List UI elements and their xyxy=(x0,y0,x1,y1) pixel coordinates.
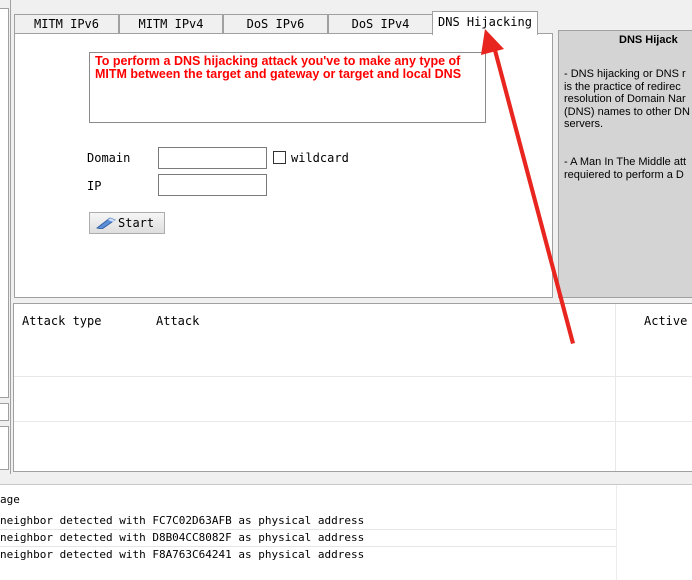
tab-label: MITM IPv4 xyxy=(138,17,204,31)
info-panel: DNS Hijack - DNS hijacking or DNS r is t… xyxy=(558,30,692,298)
domain-label: Domain xyxy=(87,151,131,165)
warning-textbox[interactable]: To perform a DNS hijacking attack you've… xyxy=(89,52,486,123)
log-entry: neighbor detected with F8A763C64241 as p… xyxy=(0,548,365,561)
wildcard-checkbox[interactable] xyxy=(273,151,286,164)
left-panel-edge xyxy=(0,0,11,474)
column-divider xyxy=(616,485,617,580)
row-divider xyxy=(14,376,692,377)
log-header: age xyxy=(0,493,20,506)
tab-label: DNS Hijacking xyxy=(438,15,532,29)
start-button[interactable]: Start xyxy=(89,212,165,234)
column-header-attack[interactable]: Attack xyxy=(156,314,199,328)
column-divider xyxy=(615,304,616,471)
tab-dns-hijacking[interactable]: DNS Hijacking xyxy=(432,11,538,35)
log-entry: neighbor detected with FC7C02D63AFB as p… xyxy=(0,514,365,527)
info-line: is the practice of redirec xyxy=(564,80,681,93)
tab-dos-ipv6[interactable]: DoS IPv6 xyxy=(223,14,328,34)
warning-text: To perform a DNS hijacking attack you've… xyxy=(95,54,462,81)
column-header-attack-type[interactable]: Attack type xyxy=(22,314,101,328)
info-line: - DNS hijacking or DNS r xyxy=(564,68,686,80)
tab-dos-ipv4[interactable]: DoS IPv4 xyxy=(328,14,433,34)
attacks-table[interactable]: Attack type Attack Active xyxy=(13,303,692,472)
info-line: - A Man In The Middle att xyxy=(564,156,687,168)
left-button-edge[interactable] xyxy=(0,426,9,470)
left-field-edge[interactable] xyxy=(0,403,9,421)
info-paragraph-1: - DNS hijacking or DNS r is the practice… xyxy=(564,68,692,131)
left-list-edge[interactable] xyxy=(0,8,9,398)
info-line: (DNS) names to other DN xyxy=(564,105,690,118)
info-line: resolution of Domain Nar xyxy=(564,93,686,106)
tab-mitm-ipv6[interactable]: MITM IPv6 xyxy=(14,14,119,34)
info-line: servers. xyxy=(564,118,604,131)
tab-label: MITM IPv6 xyxy=(33,17,100,31)
tab-mitm-ipv4[interactable]: MITM IPv4 xyxy=(119,14,223,34)
tab-label: DoS IPv6 xyxy=(246,17,305,31)
domain-input[interactable] xyxy=(158,147,267,169)
ip-input[interactable] xyxy=(158,174,267,196)
wand-icon xyxy=(96,217,116,229)
start-label: Start xyxy=(118,216,155,230)
log-list[interactable]: age neighbor detected with FC7C02D63AFB … xyxy=(0,484,692,580)
wildcard-label[interactable]: wildcard xyxy=(291,151,349,165)
info-line: requiered to perform a D xyxy=(564,168,684,181)
row-divider xyxy=(14,421,692,422)
dns-hijacking-page: To perform a DNS hijacking attack you've… xyxy=(14,33,553,298)
log-entry: neighbor detected with D8B04CC8082F as p… xyxy=(0,531,365,544)
info-paragraph-2: - A Man In The Middle att requiered to p… xyxy=(564,156,692,181)
column-header-active[interactable]: Active xyxy=(644,314,687,328)
log-divider xyxy=(0,546,616,547)
log-divider xyxy=(0,529,616,530)
ip-label: IP xyxy=(87,179,102,193)
tab-label: DoS IPv4 xyxy=(351,17,410,31)
info-title: DNS Hijack xyxy=(619,34,678,46)
